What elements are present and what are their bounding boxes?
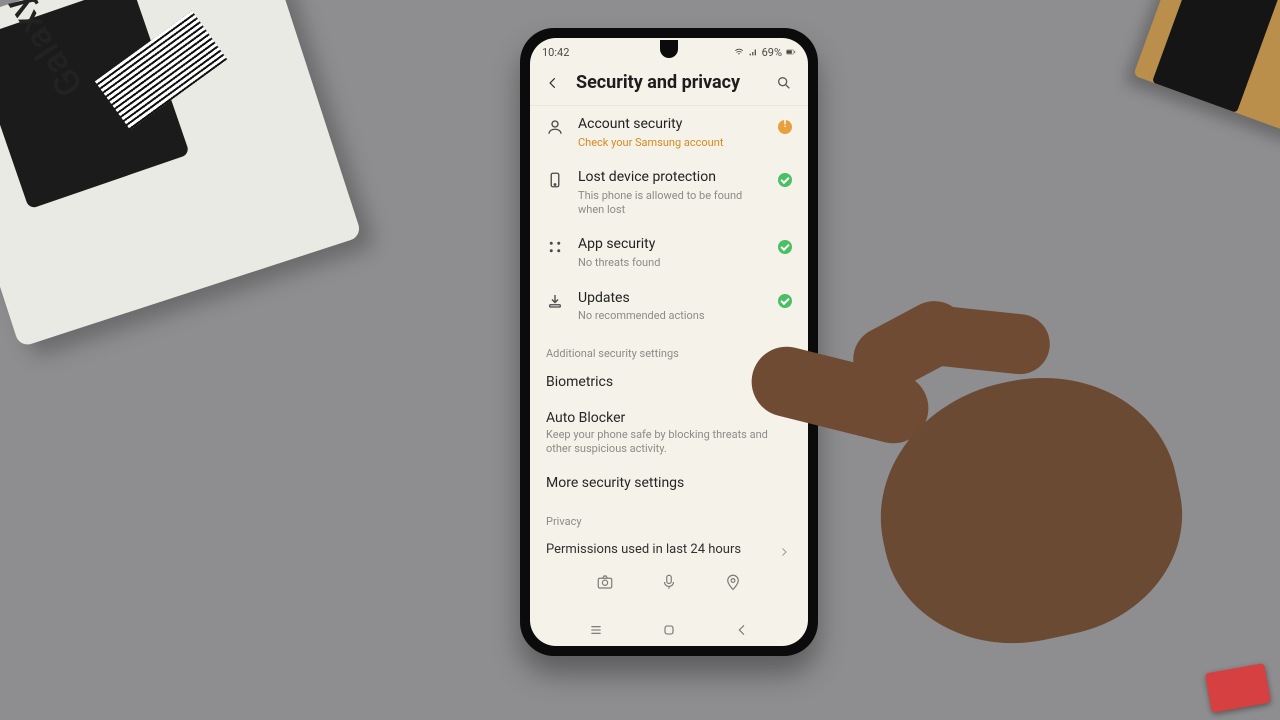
permission-icons-row: [530, 563, 808, 597]
row-subtitle: This phone is allowed to be found when l…: [578, 189, 764, 217]
status-time: 10:42: [542, 46, 569, 59]
back-nav-button[interactable]: [732, 620, 752, 640]
setting-title: Biometrics: [546, 374, 792, 390]
notch: [660, 40, 678, 58]
setting-more-security[interactable]: More security settings: [530, 465, 808, 501]
row-account-security[interactable]: Account security Check your Samsung acco…: [530, 106, 808, 159]
row-title: Account security: [578, 116, 764, 134]
wifi-icon: [734, 47, 744, 57]
row-updates[interactable]: Updates No recommended actions: [530, 280, 808, 333]
phone-screen: 10:42 69% Security and privacy: [530, 38, 808, 646]
row-subtitle: No recommended actions: [578, 309, 764, 323]
chevron-right-icon: [778, 543, 792, 557]
camera-icon[interactable]: [594, 571, 616, 593]
home-button[interactable]: [659, 620, 679, 640]
device-icon: [546, 171, 564, 189]
download-icon: [546, 292, 564, 310]
phone-frame: 10:42 69% Security and privacy: [520, 28, 818, 656]
row-app-security[interactable]: App security No threats found: [530, 226, 808, 279]
status-badge-ok: [778, 240, 792, 254]
grid-icon: [546, 238, 564, 256]
back-button[interactable]: [544, 74, 562, 92]
location-icon[interactable]: [722, 571, 744, 593]
row-title: App security: [578, 236, 764, 254]
status-badge-ok: [778, 294, 792, 308]
row-title: Lost device protection: [578, 169, 764, 187]
red-badge-prop: [1205, 663, 1271, 713]
permissions-title: Permissions used in last 24 hours: [546, 542, 768, 557]
search-button[interactable]: [774, 73, 794, 93]
signal-icon: [748, 47, 758, 57]
android-nav-bar: [530, 616, 808, 646]
product-box-label: Galaxy A06: [0, 0, 92, 104]
setting-title: More security settings: [546, 475, 792, 491]
row-subtitle: No threats found: [578, 256, 764, 270]
page-title: Security and privacy: [576, 72, 760, 93]
row-lost-device[interactable]: Lost device protection This phone is all…: [530, 159, 808, 226]
setting-subtitle: Keep your phone safe by blocking threats…: [546, 428, 792, 456]
row-title: Updates: [578, 290, 764, 308]
setting-biometrics[interactable]: Biometrics: [530, 364, 808, 400]
setting-auto-blocker[interactable]: Auto Blocker Keep your phone safe by blo…: [530, 400, 808, 466]
barcode-decoration: [95, 11, 227, 130]
setting-title: Auto Blocker: [546, 410, 792, 426]
settings-content: Account security Check your Samsung acco…: [530, 106, 808, 616]
section-header-privacy: Privacy: [530, 501, 808, 532]
product-box-prop: Galaxy A06: [0, 0, 362, 348]
section-header-additional: Additional security settings: [530, 333, 808, 364]
row-subtitle: Check your Samsung account: [578, 136, 764, 150]
status-battery: 69%: [762, 46, 782, 59]
microphone-icon[interactable]: [658, 571, 680, 593]
hand-prop: [760, 320, 1220, 700]
battery-icon: [786, 47, 796, 57]
status-badge-warn: [778, 120, 792, 134]
row-permissions-used[interactable]: Permissions used in last 24 hours: [530, 532, 808, 563]
wood-block-prop: [1133, 0, 1280, 137]
recents-button[interactable]: [586, 620, 606, 640]
page-header: Security and privacy: [530, 62, 808, 106]
status-badge-ok: [778, 173, 792, 187]
user-icon: [546, 118, 564, 136]
